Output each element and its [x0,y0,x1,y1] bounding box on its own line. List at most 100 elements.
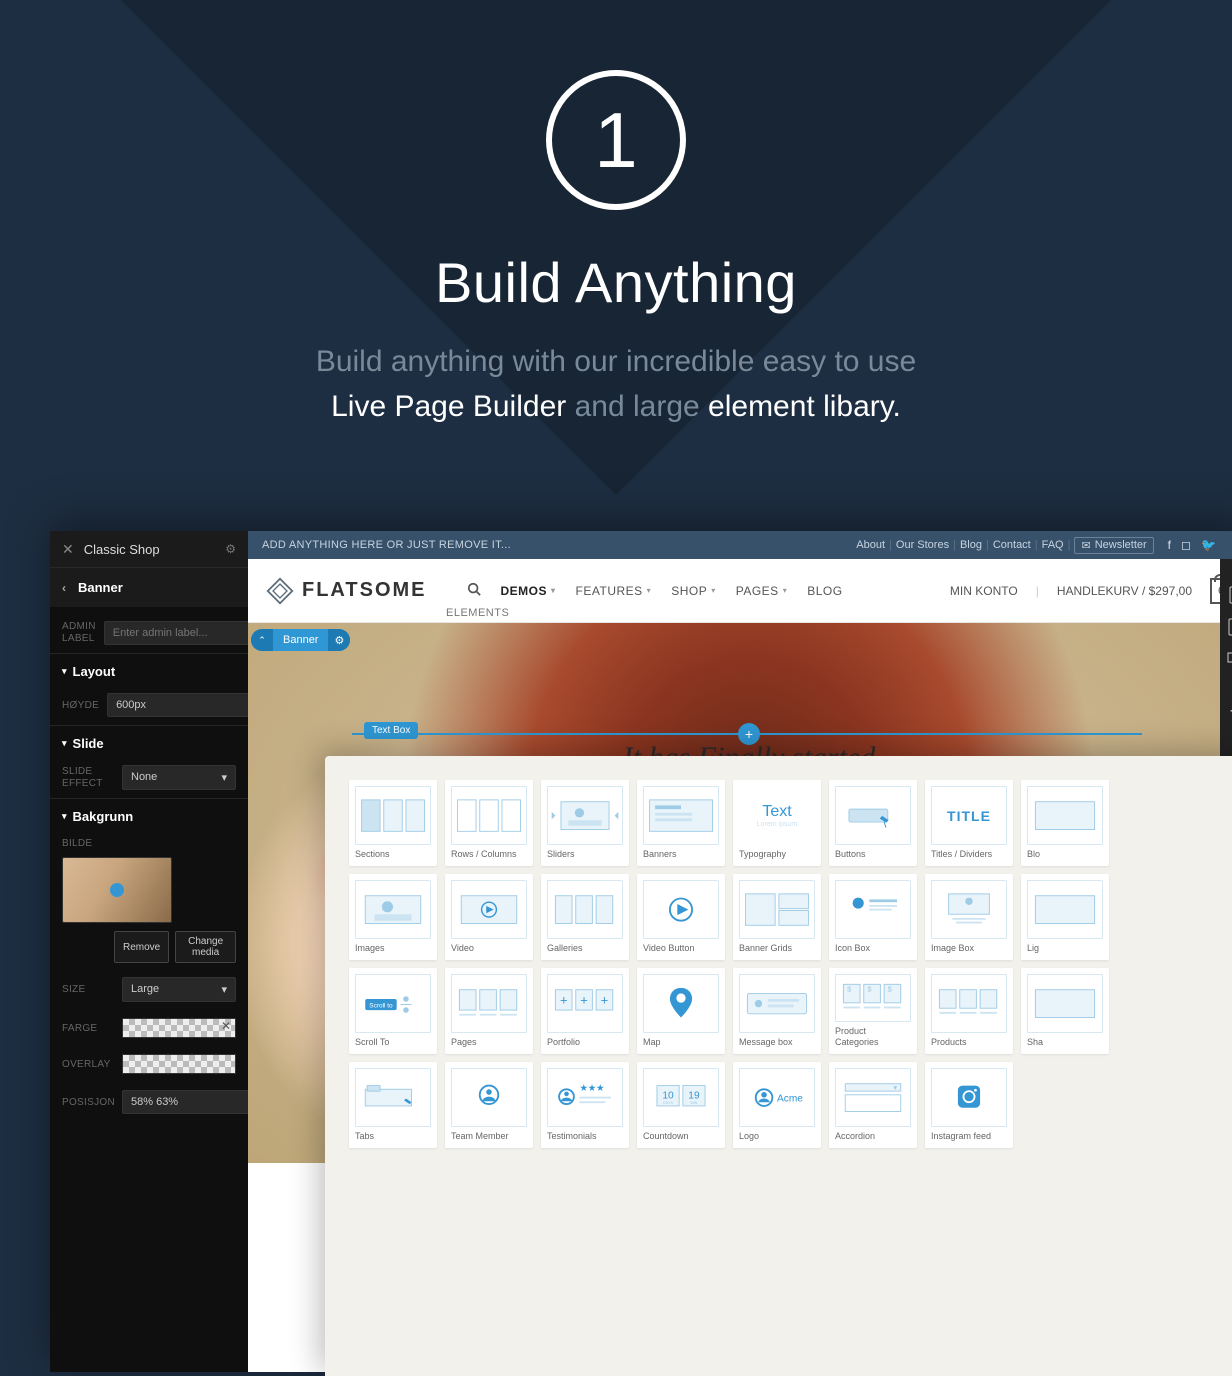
element-card[interactable]: Sha [1021,968,1109,1054]
step-number-badge: 1 [546,70,686,210]
element-card[interactable]: Scroll toScroll To [349,968,437,1054]
size-select[interactable]: Large▾ [122,977,236,1002]
element-card[interactable]: Video [445,874,533,960]
nav-elements[interactable]: ELEMENTS [446,607,509,619]
color-swatch[interactable] [122,1018,236,1038]
section-slide[interactable]: Slide [50,725,248,757]
slide-effect-select[interactable]: None▾ [122,765,236,790]
background-preview[interactable] [62,857,172,923]
element-thumb [643,974,719,1033]
textbox-label[interactable]: Text Box [364,722,418,739]
element-card-label: Product Categories [835,1026,911,1048]
element-thumb [451,1068,527,1127]
element-thumb [1027,974,1103,1033]
topbar-link-blog[interactable]: Blog [960,539,982,551]
account-link[interactable]: MIN KONTO [950,584,1018,598]
chevron-up-icon[interactable]: ⌃ [251,629,273,651]
element-card[interactable]: Lig [1021,874,1109,960]
element-card[interactable]: Team Member [445,1062,533,1148]
element-card[interactable]: Blo [1021,780,1109,866]
element-card-label: Portfolio [547,1037,623,1048]
element-card[interactable]: ▾Accordion [829,1062,917,1148]
breadcrumb-current: Banner [78,580,123,595]
remove-button[interactable]: Remove [114,931,169,963]
newsletter-button[interactable]: ✉ Newsletter [1074,537,1153,554]
element-card-label: Message box [739,1037,815,1048]
element-card[interactable]: Tabs [349,1062,437,1148]
topbar-link-about[interactable]: About [856,539,885,551]
instagram-icon[interactable]: ◻ [1181,538,1191,552]
element-card[interactable]: Rows / Columns [445,780,533,866]
element-card[interactable]: $$$Product Categories [829,968,917,1054]
svg-text:$: $ [867,985,871,994]
svg-text:+: + [601,993,609,1008]
element-thumb [451,786,527,845]
element-card[interactable]: Galleries [541,874,629,960]
add-icon[interactable]: + [1220,695,1232,727]
element-card[interactable]: Image Box [925,874,1013,960]
element-card[interactable]: +++Portfolio [541,968,629,1054]
element-card-label: Tabs [355,1131,431,1142]
element-card[interactable]: Banners [637,780,725,866]
element-card[interactable]: 1019DAYSMINCountdown [637,1062,725,1148]
element-card[interactable]: ★★★Testimonials [541,1062,629,1148]
element-thumb: 1019DAYSMIN [643,1068,719,1127]
close-icon[interactable]: ✕ [62,541,74,558]
search-icon[interactable] [467,582,481,599]
brand-logo[interactable]: FLATSOME [266,577,427,605]
element-thumb [547,786,623,845]
element-card[interactable]: Instagram feed [925,1062,1013,1148]
nav-shop[interactable]: SHOP▾ [671,584,716,598]
cart-link[interactable]: HANDLEKURV / $297,00 [1057,584,1192,598]
svg-text:MIN: MIN [691,1101,698,1105]
element-card[interactable]: Map [637,968,725,1054]
element-card[interactable]: Message box [733,968,821,1054]
section-background[interactable]: Bakgrunn [50,798,248,830]
banner-element-pill[interactable]: ⌃ Banner ⚙ [251,629,350,651]
twitter-icon[interactable]: 🐦 [1201,538,1216,552]
nav-demos[interactable]: DEMOS▾ [501,584,556,598]
element-card[interactable]: AcmeLogo [733,1062,821,1148]
element-thumb: ▾ [835,1068,911,1127]
nav-pages[interactable]: PAGES▾ [736,584,787,598]
gear-icon[interactable]: ⚙ [225,542,236,556]
element-card-label: Lig [1027,943,1103,954]
slide-effect-label: SLIDE EFFECT [62,766,114,790]
overlay-swatch[interactable] [122,1054,236,1074]
desktop-icon[interactable] [1220,643,1232,675]
height-input[interactable] [107,693,267,717]
element-card[interactable]: TITLETitles / Dividers [925,780,1013,866]
rail-chevron-icon[interactable]: › [1220,531,1232,559]
section-layout[interactable]: Layout [50,653,248,685]
tablet-icon[interactable] [1220,611,1232,643]
element-card[interactable]: TextLorem ipsumTypography [733,780,821,866]
element-card[interactable]: Video Button [637,874,725,960]
mobile-icon[interactable] [1220,579,1232,611]
admin-label-input[interactable] [104,621,264,645]
topbar-link-faq[interactable]: FAQ [1042,539,1064,551]
element-card[interactable]: Pages [445,968,533,1054]
element-card[interactable]: Sections [349,780,437,866]
element-card[interactable]: Buttons [829,780,917,866]
facebook-icon[interactable]: f [1168,538,1171,552]
change-media-button[interactable]: Change media [175,931,236,963]
element-card[interactable]: Banner Grids [733,874,821,960]
element-card-label: Titles / Dividers [931,849,1007,860]
element-card[interactable]: Icon Box [829,874,917,960]
element-card[interactable]: Images [349,874,437,960]
topbar-link-contact[interactable]: Contact [993,539,1031,551]
svg-text:DAYS: DAYS [663,1101,673,1105]
topbar-link-stores[interactable]: Our Stores [896,539,949,551]
back-icon[interactable]: ‹ [62,581,66,595]
element-thumb: Scroll to [355,974,431,1033]
element-card-label: Rows / Columns [451,849,527,860]
element-card[interactable]: Products [925,968,1013,1054]
nav-features[interactable]: FEATURES▾ [576,584,652,598]
svg-text:10: 10 [662,1091,674,1102]
element-card[interactable]: Sliders [541,780,629,866]
element-card-label: Icon Box [835,943,911,954]
svg-text:$: $ [888,985,892,994]
element-thumb [355,786,431,845]
nav-blog[interactable]: BLOG [807,584,842,598]
svg-text:+: + [560,993,568,1008]
